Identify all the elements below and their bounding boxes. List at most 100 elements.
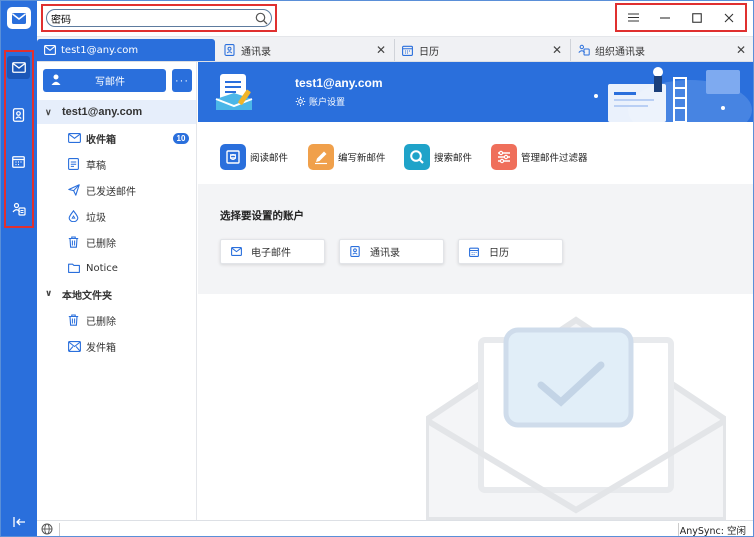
filter-icon	[491, 144, 517, 170]
unread-count-badge: 10	[173, 132, 189, 144]
tab-label: 通讯录	[241, 46, 271, 58]
setup-button-label: 电子邮件	[251, 248, 291, 259]
calendar-icon	[402, 44, 415, 57]
folder-icon	[68, 261, 82, 275]
online-status-icon[interactable]	[41, 523, 53, 535]
account-central: test1@any.com 账户设置 阅读邮件 编写新邮件 搜索邮件 管理邮件过…	[198, 62, 754, 520]
account-header: test1@any.com 账户设置	[198, 62, 754, 122]
app-logo-icon	[7, 7, 31, 29]
close-icon	[724, 13, 734, 22]
outbox-icon	[68, 339, 82, 353]
account-email: test1@any.com	[295, 76, 383, 90]
local-folders-row[interactable]: ∨ 本地文件夹	[37, 282, 196, 306]
folder-label: 草稿	[86, 160, 106, 172]
maximize-button[interactable]	[684, 7, 710, 29]
trash-icon	[68, 235, 82, 249]
tab-label: 日历	[419, 46, 439, 58]
setup-contacts-button[interactable]: 通讯录	[339, 239, 444, 264]
tab-close-icon[interactable]: ✕	[552, 43, 562, 57]
folder-pane: 写邮件 ··· ∨ test1@any.com 收件箱 10 草稿 已发送邮件 …	[37, 62, 197, 520]
contacts-icon	[12, 107, 25, 122]
trash-icon	[68, 313, 82, 327]
folder-junk[interactable]: 垃圾	[37, 204, 196, 228]
local-folder-trash[interactable]: 已删除	[37, 308, 196, 332]
hamburger-icon	[627, 13, 639, 22]
tab-close-icon[interactable]: ✕	[376, 43, 386, 57]
search-mail-action[interactable]: 搜索邮件	[404, 144, 472, 170]
contacts-space-button[interactable]	[7, 103, 30, 126]
local-folder-outbox[interactable]: 发件箱	[37, 334, 196, 358]
mail-icon	[44, 44, 57, 57]
inbox-icon	[68, 131, 82, 145]
folder-label: 已删除	[86, 316, 116, 328]
status-bar: AnySync: 空闲	[37, 520, 754, 537]
tab-calendar[interactable]: 日历 ✕	[395, 39, 571, 61]
header-illustration-icon	[594, 67, 752, 122]
tab-label: test1@any.com	[61, 44, 139, 56]
compose-action[interactable]: 编写新邮件	[308, 144, 386, 170]
draft-icon	[68, 157, 82, 171]
window-controls-highlight-box	[615, 3, 747, 32]
search-input[interactable]	[51, 11, 251, 25]
minimize-icon	[660, 16, 670, 19]
account-label: test1@any.com	[62, 106, 143, 118]
mail-space-button[interactable]	[7, 56, 30, 79]
chevron-down-icon[interactable]: ∨	[45, 289, 55, 299]
maximize-icon	[692, 12, 702, 23]
setup-email-button[interactable]: 电子邮件	[220, 239, 325, 264]
minimize-button[interactable]	[652, 7, 678, 29]
folder-drafts[interactable]: 草稿	[37, 152, 196, 176]
more-options-button[interactable]: ···	[172, 69, 192, 92]
folder-label: Notice	[86, 262, 118, 274]
folder-label: 发件箱	[86, 342, 116, 354]
org-contacts-space-button[interactable]	[7, 197, 30, 220]
close-button[interactable]	[716, 7, 742, 29]
action-label: 阅读邮件	[250, 153, 289, 164]
folder-sent[interactable]: 已发送邮件	[37, 178, 196, 202]
setup-calendar-button[interactable]: 日历	[458, 239, 563, 264]
action-label: 搜索邮件	[434, 153, 473, 164]
tab-contacts[interactable]: 通讯录 ✕	[217, 39, 395, 61]
account-avatar-icon	[215, 74, 253, 110]
org-contacts-icon	[578, 44, 591, 57]
folder-label: 收件箱	[86, 134, 116, 146]
mail-icon	[11, 62, 26, 73]
tab-org-contacts[interactable]: 组织通讯录 ✕	[571, 39, 754, 61]
account-row[interactable]: ∨ test1@any.com	[37, 100, 196, 124]
account-settings-link[interactable]: 账户设置	[295, 95, 345, 108]
user-icon	[51, 74, 65, 88]
setup-button-label: 通讯录	[370, 248, 400, 259]
calendar-space-button[interactable]	[7, 150, 30, 173]
mail-icon	[231, 246, 243, 258]
action-label: 管理邮件过滤器	[521, 153, 588, 164]
compose-label: 写邮件	[95, 77, 125, 88]
tab-close-icon[interactable]: ✕	[736, 43, 746, 57]
search-icon[interactable]	[255, 12, 268, 25]
folder-inbox[interactable]: 收件箱 10	[37, 126, 196, 150]
collapse-toolbar-button[interactable]	[9, 514, 29, 530]
action-label: 编写新邮件	[338, 153, 386, 164]
folder-trash[interactable]: 已删除	[37, 230, 196, 254]
calendar-icon	[12, 156, 25, 168]
org-contacts-icon	[12, 202, 26, 216]
status-separator	[59, 523, 60, 536]
account-settings-label: 账户设置	[309, 98, 346, 108]
contacts-icon	[350, 246, 362, 258]
calendar-icon	[469, 246, 481, 258]
folder-label: 垃圾	[86, 212, 106, 224]
manage-filters-action[interactable]: 管理邮件过滤器	[491, 144, 588, 170]
contacts-icon	[224, 44, 237, 57]
app-menu-button[interactable]	[620, 7, 646, 29]
quick-actions: 阅读邮件 编写新邮件 搜索邮件 管理邮件过滤器	[198, 122, 754, 184]
sync-status-text: AnySync: 空闲	[679, 526, 746, 537]
chevron-down-icon[interactable]: ∨	[45, 107, 55, 118]
read-mail-action[interactable]: 阅读邮件	[220, 144, 288, 170]
folder-label: 已发送邮件	[86, 186, 136, 198]
tab-bar: test1@any.com 通讯录 ✕ 日历 ✕ 组织通讯录 ✕	[37, 37, 754, 62]
spaces-toolbar	[0, 0, 37, 537]
folder-notice[interactable]: Notice	[37, 256, 196, 280]
tab-label: 组织通讯录	[595, 46, 645, 58]
tab-mail-account[interactable]: test1@any.com	[37, 39, 215, 61]
compose-button[interactable]: 写邮件	[43, 69, 166, 92]
global-search[interactable]	[46, 9, 272, 27]
